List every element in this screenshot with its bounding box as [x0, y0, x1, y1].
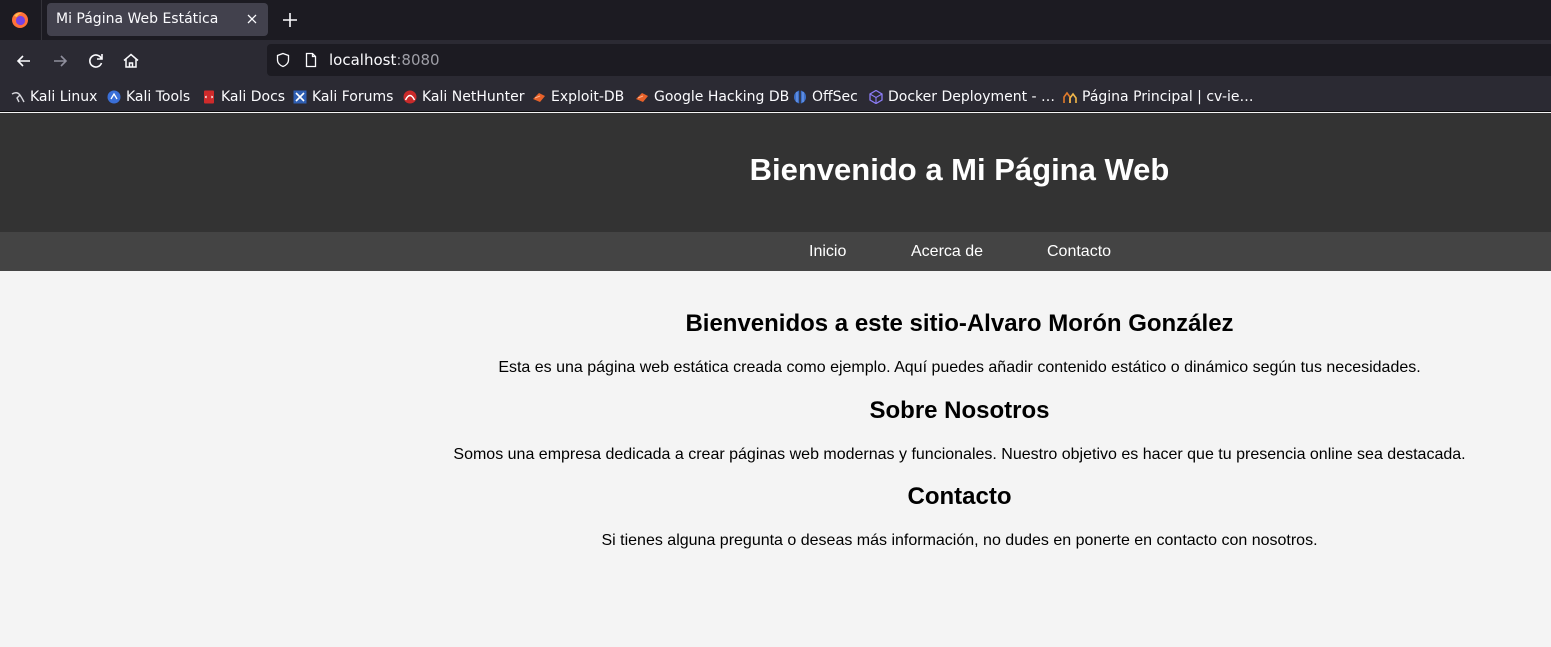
- url-text[interactable]: localhost:8080: [329, 51, 440, 69]
- bookmark-label: Google Hacking DB: [654, 89, 790, 105]
- tab-strip: Mi Página Web Estática: [0, 0, 1551, 40]
- bookmark-offsec[interactable]: OffSec: [793, 88, 858, 106]
- kali-docs-icon: [204, 90, 214, 104]
- url-port: :8080: [396, 51, 440, 69]
- navigation-toolbar: localhost:8080: [0, 40, 1551, 82]
- offsec-icon: [794, 90, 806, 104]
- web-page: Bienvenido a Mi Página Web Inicio Acerca…: [0, 113, 1551, 647]
- nav-link-contacto[interactable]: Contacto: [1047, 243, 1111, 261]
- home-icon[interactable]: [121, 51, 141, 71]
- bookmark-label: Kali Forums: [312, 89, 394, 105]
- about-text: Somos una empresa dedicada a crear págin…: [453, 446, 1466, 463]
- exploit-db-icon: [533, 93, 545, 102]
- site-title: Bienvenido a Mi Página Web: [749, 152, 1170, 187]
- welcome-text: Esta es una página web estática creada c…: [498, 359, 1421, 376]
- bookmark-cv-site[interactable]: Página Principal | cv-ie…: [1063, 88, 1254, 106]
- kali-tools-icon: [107, 90, 121, 104]
- tracking-protection-shield-icon[interactable]: [275, 52, 291, 68]
- google-hacking-db-icon: [636, 93, 648, 102]
- new-tab-plus-icon[interactable]: [280, 10, 300, 30]
- back-arrow-icon[interactable]: [14, 51, 34, 71]
- bookmark-label: Kali Tools: [126, 89, 191, 105]
- bookmark-label: Docker Deployment - …: [888, 89, 1056, 105]
- bookmark-label: Kali NetHunter: [422, 89, 525, 105]
- welcome-heading: Bienvenidos a este sitio-Alvaro Morón Go…: [685, 310, 1234, 337]
- bookmark-kali-docs[interactable]: Kali Docs: [202, 88, 285, 106]
- bookmark-kali-forums[interactable]: Kali Forums: [293, 88, 393, 106]
- bookmark-label: Exploit-DB: [551, 89, 625, 105]
- cv-site-icon: [1063, 91, 1077, 103]
- docker-deployment-icon: [869, 90, 883, 104]
- contact-text: Si tienes alguna pregunta o deseas más i…: [601, 532, 1318, 549]
- tab-separator: [41, 0, 42, 40]
- bookmark-label: Kali Linux: [30, 89, 98, 105]
- kali-nethunter-icon: [403, 90, 417, 104]
- url-host: localhost: [329, 51, 397, 69]
- firefox-menu-icon[interactable]: [11, 11, 29, 29]
- bookmark-exploit-db[interactable]: Exploit-DB: [532, 88, 624, 106]
- nav-link-inicio[interactable]: Inicio: [809, 243, 846, 261]
- reload-icon[interactable]: [86, 51, 106, 71]
- page-info-icon[interactable]: [303, 52, 319, 68]
- about-heading: Sobre Nosotros: [869, 397, 1050, 424]
- address-bar[interactable]: localhost:8080: [267, 44, 1551, 76]
- kali-linux-icon: [11, 92, 25, 103]
- close-tab-icon[interactable]: [244, 11, 260, 27]
- bookmark-label: Página Principal | cv-ie…: [1082, 89, 1254, 105]
- bookmarks-toolbar: Kali Linux Kali Tools Kali Docs Kali For…: [0, 82, 1551, 112]
- site-nav: Inicio Acerca de Contacto: [0, 232, 1551, 271]
- nav-link-acerca-de[interactable]: Acerca de: [911, 243, 983, 261]
- kali-forums-icon: [293, 90, 307, 104]
- bookmark-google-hacking-db[interactable]: Google Hacking DB: [635, 88, 789, 106]
- active-tab[interactable]: Mi Página Web Estática: [47, 3, 268, 36]
- bookmark-kali-linux[interactable]: Kali Linux: [11, 88, 97, 106]
- bookmark-label: OffSec: [812, 89, 858, 105]
- contact-heading: Contacto: [907, 483, 1012, 510]
- bookmark-kali-nethunter[interactable]: Kali NetHunter: [403, 88, 524, 106]
- bookmark-kali-tools[interactable]: Kali Tools: [107, 88, 190, 106]
- tab-title: Mi Página Web Estática: [56, 11, 219, 27]
- site-header: Bienvenido a Mi Página Web: [0, 113, 1551, 232]
- bookmark-label: Kali Docs: [221, 89, 286, 105]
- bookmark-docker-deployment[interactable]: Docker Deployment - …: [869, 88, 1055, 106]
- forward-arrow-icon[interactable]: [50, 51, 70, 71]
